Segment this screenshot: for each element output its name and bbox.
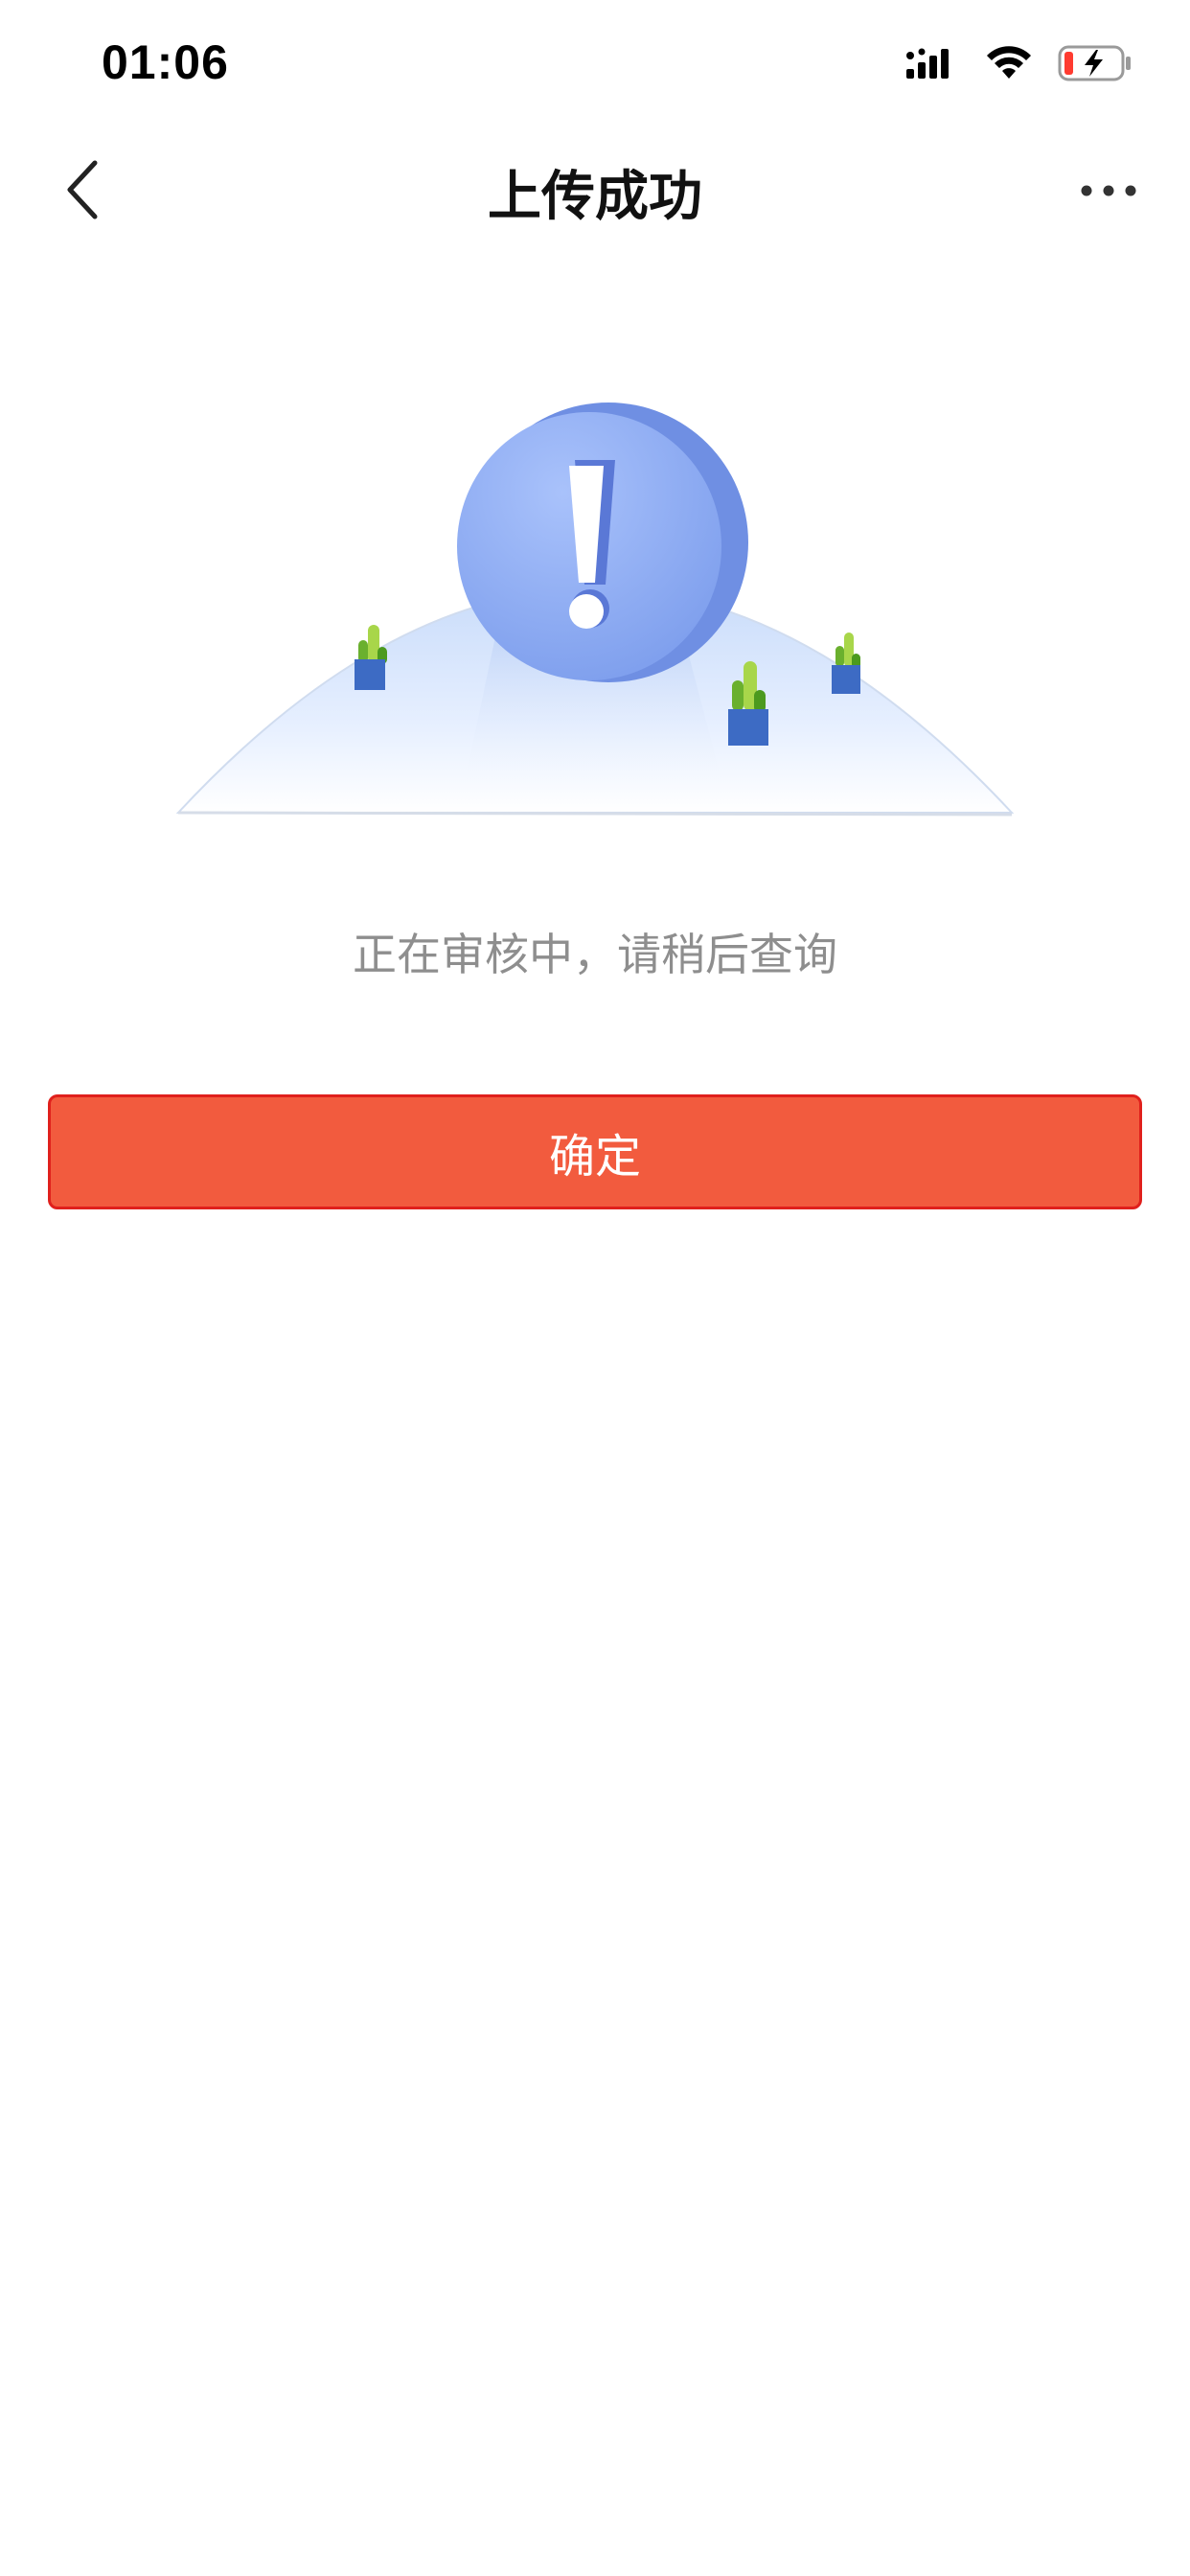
page-title: 上传成功: [488, 166, 702, 228]
app-screen: 01:06 上传成功 正在审核中，请稍后查询 确定: [0, 0, 1190, 2576]
status-time: 01:06: [102, 35, 229, 89]
confirm-button[interactable]: 确定: [48, 1094, 1142, 1209]
status-icons: [906, 44, 1134, 86]
review-illustration: [172, 402, 1018, 824]
wifi-icon: [985, 46, 1033, 84]
more-dots-icon: [1080, 183, 1137, 201]
status-bar: 01:06: [0, 0, 1190, 129]
more-button[interactable]: [1075, 158, 1142, 225]
cactus-pot-right: [832, 632, 860, 694]
nav-bar: 上传成功: [0, 129, 1190, 254]
review-status-message: 正在审核中，请稍后查询: [353, 929, 837, 980]
battery-charging-icon: [1058, 44, 1134, 86]
cactus-pot-left: [355, 625, 387, 690]
cellular-signal-icon: [906, 46, 960, 84]
